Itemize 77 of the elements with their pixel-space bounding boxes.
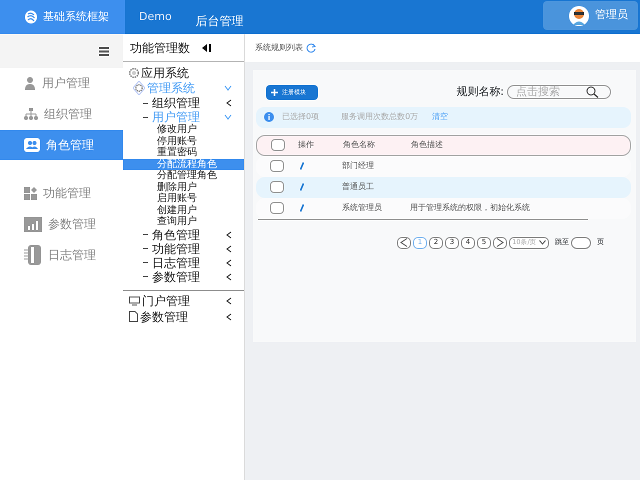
- gear-icon: [132, 81, 145, 95]
- next-button[interactable]: [493, 236, 507, 248]
- prev-button[interactable]: [397, 236, 411, 248]
- chevron-left-icon[interactable]: [226, 258, 232, 266]
- search-field[interactable]: 点击搜索: [507, 85, 611, 100]
- tree-item[interactable]: 启用账号: [122, 193, 244, 204]
- page-input[interactable]: [571, 236, 591, 248]
- notebook-icon: [24, 245, 42, 265]
- menu-icon[interactable]: [98, 46, 109, 56]
- document-icon: [128, 311, 138, 322]
- tree-item[interactable]: 功能管理: [152, 242, 200, 256]
- tree-item[interactable]: 分配管理角色: [122, 170, 244, 182]
- table-cell-text: 部门经理: [342, 160, 375, 172]
- chevron-left-icon[interactable]: [226, 244, 232, 252]
- sidebar-item[interactable]: 参数管理: [0, 209, 123, 239]
- gear-icon: [128, 68, 139, 78]
- table-cell-text: 普通员工: [342, 181, 375, 193]
- tree-item[interactable]: 组织管理: [152, 96, 200, 110]
- edit-icon[interactable]: [300, 204, 304, 212]
- tree-item[interactable]: 停用账号: [122, 136, 244, 147]
- logo-icon: [24, 10, 38, 24]
- chevron-right-icon: [496, 238, 504, 247]
- chevron-left-icon[interactable]: [226, 99, 232, 107]
- edit-icon[interactable]: [300, 183, 304, 191]
- tree-item[interactable]: 重置密码: [122, 147, 244, 158]
- column-header: 操作: [298, 139, 315, 151]
- caret-icon: [538, 240, 546, 245]
- breadcrumb: 系统规则列表: [255, 42, 303, 54]
- tree-item[interactable]: 门户管理: [142, 294, 190, 308]
- sidebar-item[interactable]: 日志管理: [0, 240, 123, 270]
- search-label: 规则名称:: [456, 84, 504, 100]
- sidebar-item[interactable]: 用户管理: [0, 68, 123, 98]
- monitor-icon: [128, 296, 140, 306]
- chevron-left-icon[interactable]: [226, 312, 232, 320]
- chevron-left-icon: [400, 238, 408, 247]
- table-cell-text: 系统管理员: [342, 202, 383, 214]
- panel-title: 功能管理数: [130, 40, 190, 56]
- sidebar-item[interactable]: 组织管理: [0, 99, 123, 129]
- people-icon: [24, 138, 40, 152]
- info-icon: [264, 112, 274, 122]
- chevron-left-icon[interactable]: [226, 272, 232, 280]
- search-icon: [586, 86, 599, 98]
- plus-icon: [271, 88, 278, 96]
- chevron-down-icon[interactable]: [224, 85, 232, 91]
- selected-count: 已选择0项: [282, 111, 320, 123]
- bar-chart-icon: [24, 216, 42, 232]
- checkbox[interactable]: [270, 160, 284, 172]
- table-cell: 用于管理系统的权限，初始化系统: [410, 203, 530, 212]
- collapse-icon[interactable]: [202, 42, 212, 52]
- tree-item[interactable]: 应用系统: [140, 66, 189, 80]
- tree-item[interactable]: 角色管理: [152, 228, 200, 242]
- tree-item[interactable]: 创建用户: [122, 204, 244, 216]
- checkbox[interactable]: [270, 202, 284, 214]
- avatar-icon: [569, 6, 589, 26]
- tree-item[interactable]: 参数管理: [140, 310, 188, 324]
- app-title: 基础系统框架: [43, 8, 109, 25]
- blocks-icon: [24, 186, 37, 200]
- chevron-left-icon[interactable]: [226, 230, 232, 238]
- column-header: 角色名称: [343, 139, 376, 151]
- tree-item[interactable]: 修改用户: [122, 124, 244, 136]
- tree-item[interactable]: 日志管理: [152, 256, 200, 270]
- user-icon: [24, 76, 36, 90]
- total-calls: 服务调用次数总数0万: [341, 111, 418, 123]
- column-header: 角色描述: [411, 139, 444, 151]
- refresh-icon[interactable]: [306, 43, 316, 53]
- checkbox[interactable]: [270, 139, 284, 151]
- chevron-left-icon[interactable]: [226, 296, 232, 304]
- tree-item[interactable]: 查询用户: [122, 216, 244, 228]
- sidebar-item[interactable]: 功能管理: [0, 178, 123, 208]
- edit-icon[interactable]: [300, 162, 304, 170]
- chevron-down-icon[interactable]: [224, 114, 232, 120]
- nav-tab[interactable]: Demo: [139, 8, 172, 26]
- checkbox[interactable]: [270, 181, 284, 193]
- org-chart-icon: [24, 108, 38, 120]
- nav-tab[interactable]: 后台管理: [196, 12, 244, 30]
- tree-item[interactable]: 删除用户: [122, 182, 244, 193]
- tree-item[interactable]: 参数管理: [152, 270, 200, 284]
